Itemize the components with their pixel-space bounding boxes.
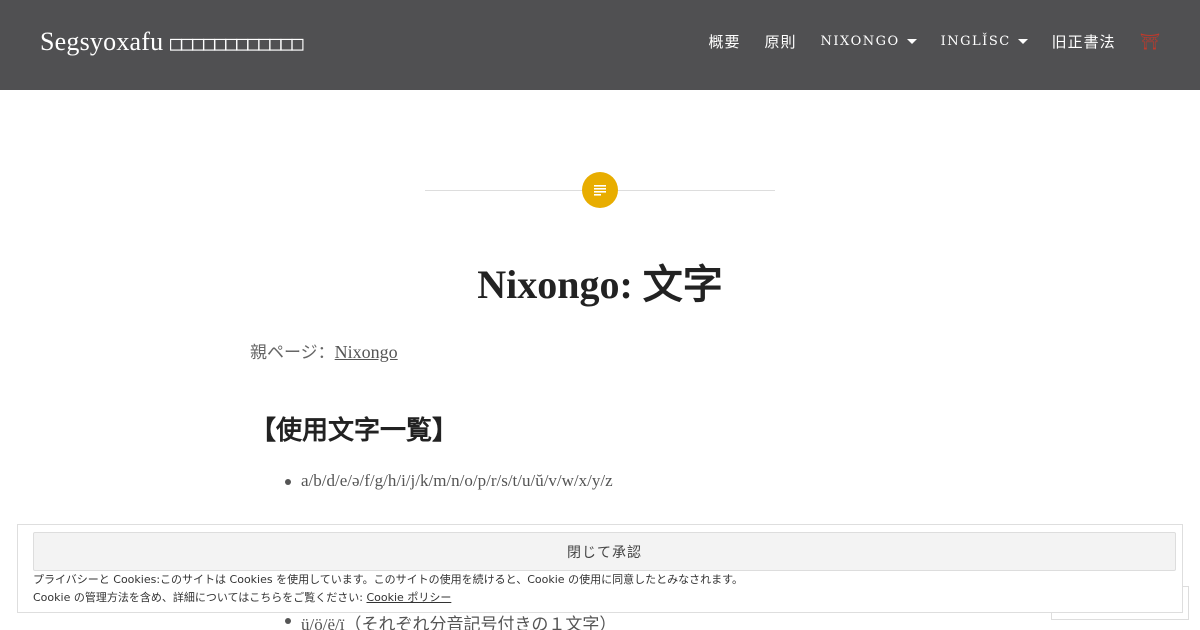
cookie-notice-line1: プライバシーと Cookies:このサイトは Cookies を使用しています。…: [33, 573, 743, 586]
nav-item-nixongo-label[interactable]: NIXONGO: [821, 34, 900, 49]
site-title-glyphs[interactable]: □□□□□□□□□□□□: [170, 31, 303, 55]
cookie-banner: 閉じて承認 プライバシーと Cookies:このサイトは Cookies を使用…: [17, 524, 1183, 613]
post-format-standard-icon: [582, 172, 618, 208]
cookie-notice-line2-prefix: Cookie の管理方法を含め、詳細についてはこちらをご覧ください:: [33, 591, 367, 604]
cookie-notice-text: プライバシーと Cookies:このサイトは Cookies を使用しています。…: [33, 571, 743, 607]
breadcrumb: 親ページ：Nixongo: [250, 338, 398, 363]
alphabet-list: a/b/d/e/ə/f/g/h/i/j/k/m/n/o/p/r/s/t/u/ŭ/…: [283, 471, 613, 491]
nav-item-inglisc[interactable]: INGLǏSC: [941, 34, 1028, 49]
chevron-down-icon[interactable]: [1017, 39, 1028, 44]
nav-item-overview[interactable]: 概要: [709, 31, 741, 52]
nav-item-nixongo[interactable]: NIXONGO: [821, 34, 917, 49]
site-title-text[interactable]: Segsyoxafu: [40, 27, 163, 56]
breadcrumb-parent-link[interactable]: Nixongo: [335, 342, 398, 362]
section-heading: 【使用文字一覧】: [250, 416, 459, 446]
list-item: a/b/d/e/ə/f/g/h/i/j/k/m/n/o/p/r/s/t/u/ŭ/…: [283, 471, 613, 491]
cookie-policy-link[interactable]: Cookie ポリシー: [366, 591, 451, 604]
nav-item-inglisc-label[interactable]: INGLǏSC: [941, 34, 1011, 49]
cookie-notice-line2: Cookie の管理方法を含め、詳細についてはこちらをご覧ください: Cooki…: [33, 589, 743, 607]
site-header: Segsyoxafu □□□□□□□□□□□□ 概要 原則 NIXONGO IN…: [0, 0, 1200, 90]
chevron-down-icon[interactable]: [906, 39, 917, 44]
site-title[interactable]: Segsyoxafu □□□□□□□□□□□□: [40, 27, 304, 57]
list-item: ü/ö/ë/ï（それぞれ分音記号付きの１文字）: [283, 610, 616, 630]
breadcrumb-prefix: 親ページ：: [250, 343, 335, 363]
nav-item-principles[interactable]: 原則: [765, 31, 797, 52]
nav-item-old-orthography[interactable]: 旧正書法: [1052, 31, 1116, 52]
torii-icon[interactable]: ⛩: [1140, 32, 1160, 51]
diacritics-list: ü/ö/ë/ï（それぞれ分音記号付きの１文字）: [283, 610, 616, 630]
main-nav: 概要 原則 NIXONGO INGLǏSC 旧正書法 ⛩: [685, 31, 1161, 52]
close-and-accept-button[interactable]: 閉じて承認: [33, 532, 1176, 571]
page-title: Nixongo: 文字: [477, 262, 723, 307]
